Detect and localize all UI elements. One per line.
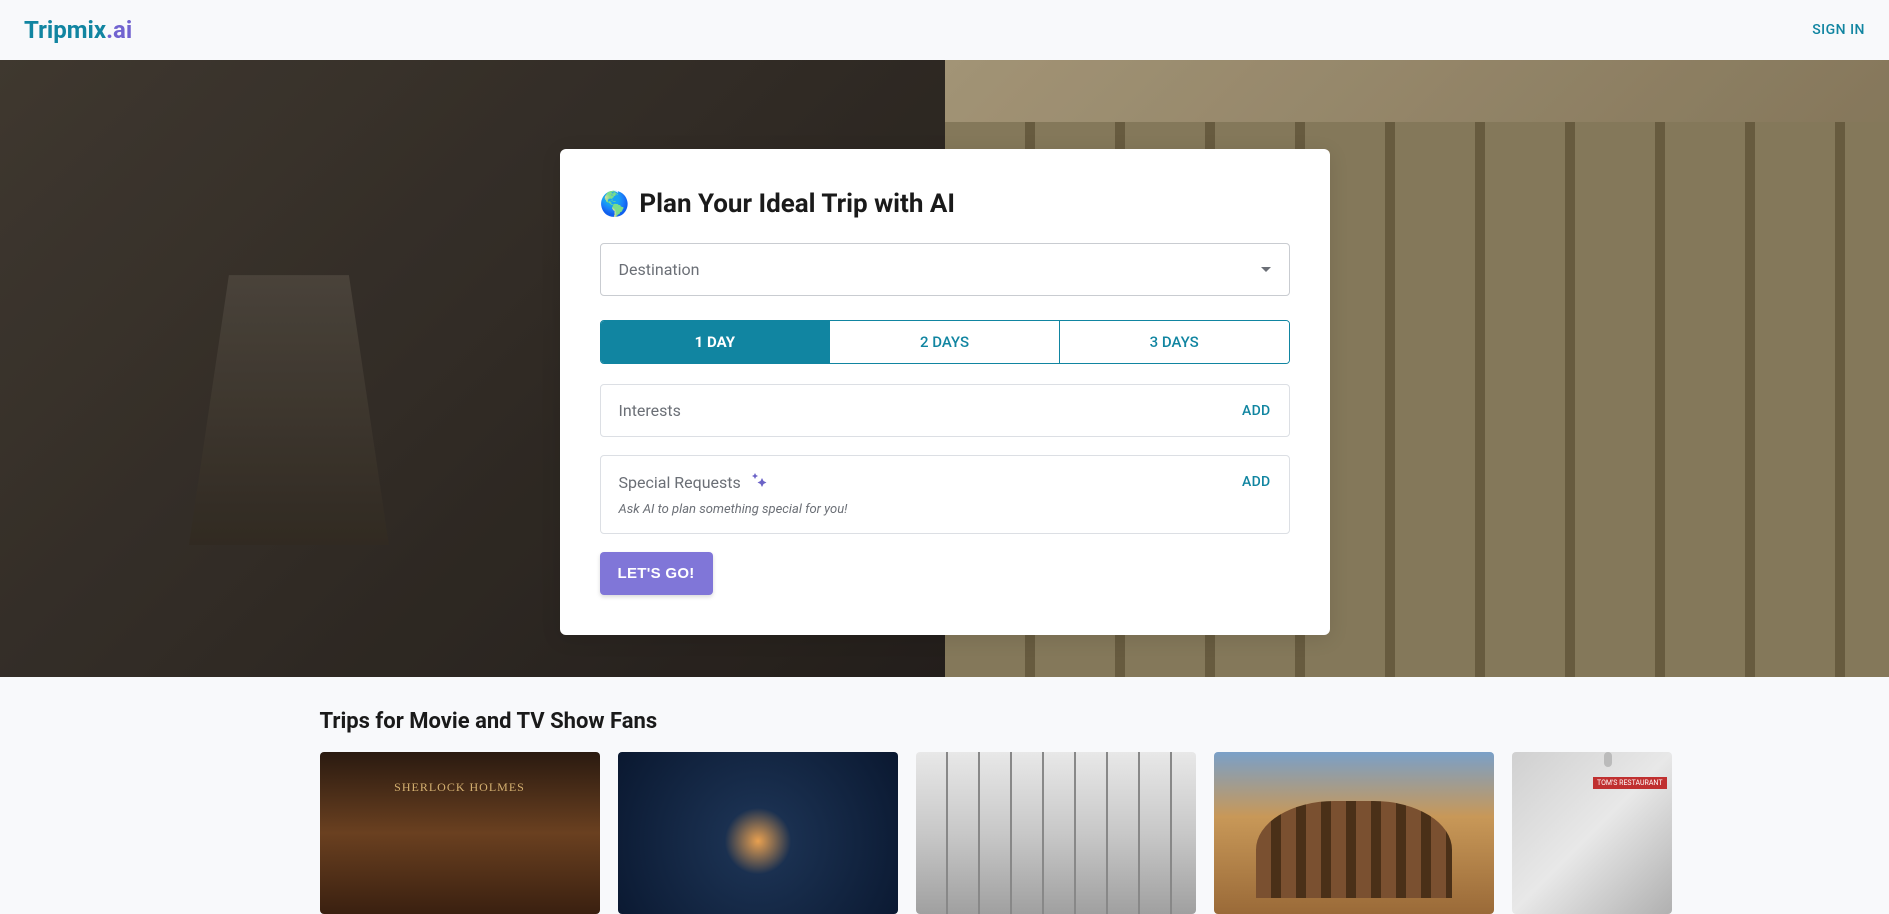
hero-section: 🌎 Plan Your Ideal Trip with AI Destinati…	[0, 60, 1889, 677]
day-button-1[interactable]: 1 DAY	[601, 321, 831, 363]
interests-label: Interests	[619, 401, 681, 420]
plan-card: 🌎 Plan Your Ideal Trip with AI Destinati…	[560, 149, 1330, 635]
trip-tile[interactable]	[1214, 752, 1494, 914]
logo[interactable]: Tripmix.ai	[24, 16, 132, 44]
logo-text-trip: Tripmix	[24, 16, 106, 44]
lets-go-button[interactable]: LET'S GO!	[600, 552, 713, 595]
day-button-2[interactable]: 2 DAYS	[830, 321, 1060, 363]
trip-tile[interactable]	[1512, 752, 1672, 914]
trips-section: Trips for Movie and TV Show Fans	[260, 677, 1630, 914]
special-requests-label: Special Requests	[619, 472, 767, 492]
destination-select[interactable]: Destination	[600, 243, 1290, 296]
section-title: Trips for Movie and TV Show Fans	[260, 709, 1630, 734]
scroll-indicator[interactable]	[1604, 752, 1612, 914]
logo-text-ai: .ai	[106, 16, 132, 44]
destination-placeholder: Destination	[619, 260, 700, 279]
special-hint: Ask AI to plan something special for you…	[619, 502, 1271, 517]
globe-icon: 🌎	[600, 190, 630, 218]
trip-tile[interactable]	[916, 752, 1196, 914]
card-title-row: 🌎 Plan Your Ideal Trip with AI	[600, 189, 1290, 219]
interests-panel: Interests ADD	[600, 384, 1290, 437]
sparkles-icon	[749, 472, 767, 492]
interests-add-button[interactable]: ADD	[1242, 403, 1270, 419]
trip-tile[interactable]	[320, 752, 600, 914]
special-requests-panel: Special Requests ADD Ask AI to plan some…	[600, 455, 1290, 534]
trip-tile[interactable]	[618, 752, 898, 914]
signin-button[interactable]: SIGN IN	[1812, 22, 1865, 38]
card-title: Plan Your Ideal Trip with AI	[639, 189, 955, 219]
chevron-down-icon	[1261, 267, 1271, 272]
header: Tripmix.ai SIGN IN	[0, 0, 1889, 60]
days-toggle: 1 DAY 2 DAYS 3 DAYS	[600, 320, 1290, 364]
day-button-3[interactable]: 3 DAYS	[1060, 321, 1289, 363]
special-add-button[interactable]: ADD	[1242, 474, 1270, 490]
special-label-text: Special Requests	[619, 473, 741, 492]
trips-carousel[interactable]	[260, 752, 1630, 914]
